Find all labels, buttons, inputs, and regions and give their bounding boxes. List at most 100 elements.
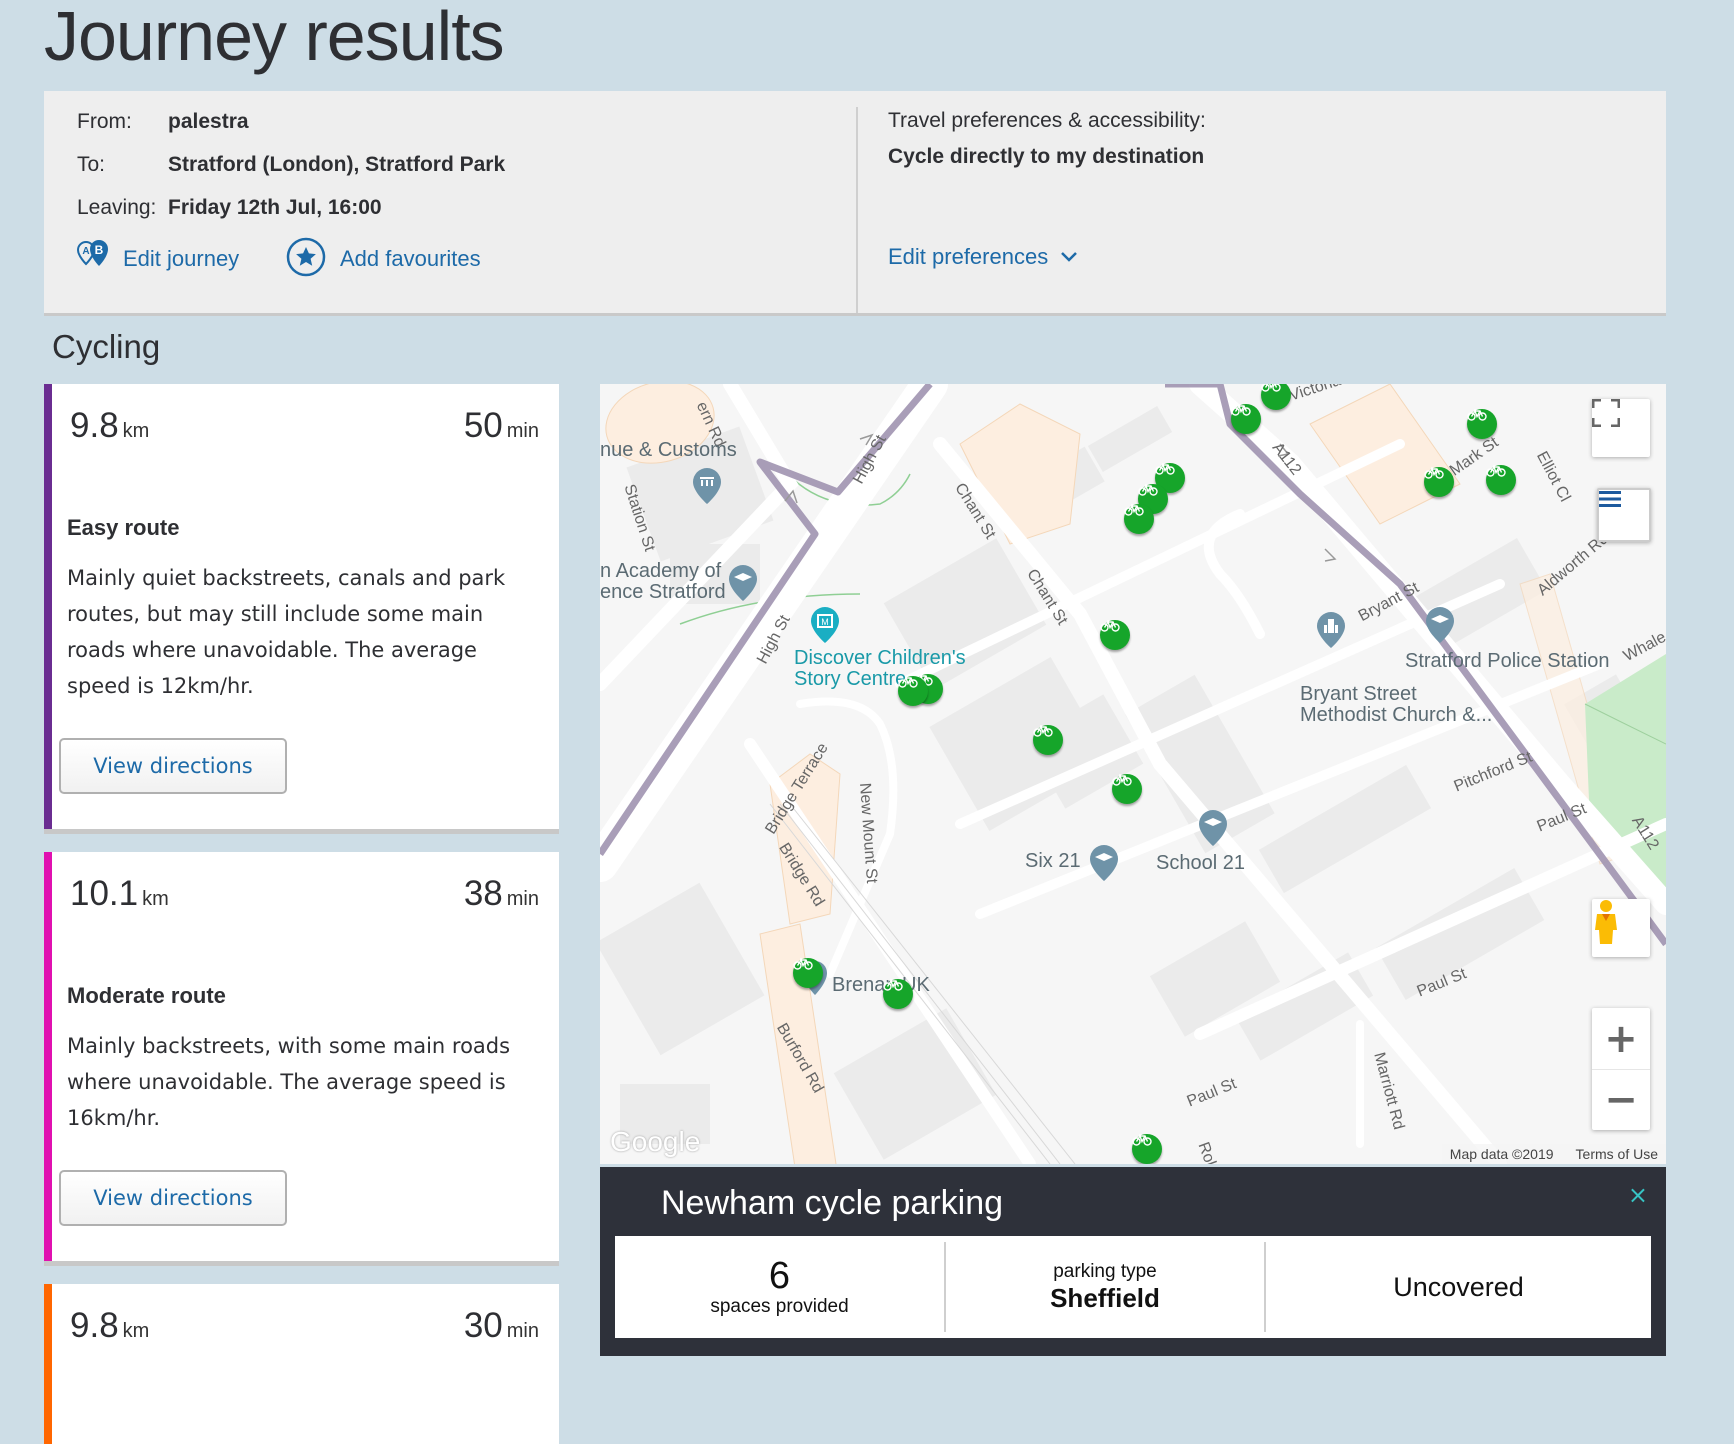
cover-value: Uncovered (1393, 1271, 1524, 1302)
chevron-down-icon (1060, 248, 1078, 267)
bike-parking-marker[interactable] (1424, 467, 1454, 497)
spaces-label: spaces provided (710, 1296, 849, 1317)
leaving-row: Leaving: Friday 12th Jul, 16:00 (77, 196, 382, 220)
section-title-cycling: Cycling (52, 328, 161, 365)
spaces-value: 6 (768, 1255, 791, 1297)
spaces-cell: 6 spaces provided (615, 1236, 944, 1338)
route-color-bar (44, 1284, 52, 1444)
ab-pins-icon: A B (76, 239, 113, 279)
view-directions-button[interactable]: View directions (59, 738, 287, 794)
zoom-in-button[interactable]: + (1592, 1009, 1650, 1070)
route-distance: 9.8 km (70, 406, 149, 446)
poi-label-church[interactable]: Bryant Street Methodist Church &... (1300, 684, 1492, 726)
map-layers-menu-button[interactable] (1597, 488, 1651, 542)
parking-title: Newham cycle parking (661, 1184, 1004, 1222)
map-attribution: Map data ©2019 Terms of Use (1441, 1144, 1666, 1164)
duration-value: 38 (463, 874, 503, 913)
route-card-fast[interactable]: 9.8 km 30 min (44, 1284, 559, 1444)
from-value: palestra (168, 110, 249, 133)
to-row: To: Stratford (London), Stratford Park (77, 153, 505, 177)
edit-preferences-label: Edit preferences (888, 244, 1049, 269)
route-title: Easy route (67, 515, 180, 540)
route-duration: 50 min (464, 406, 539, 446)
bike-parking-marker[interactable] (1112, 774, 1142, 804)
svg-text:M: M (821, 617, 829, 627)
bike-parking-marker[interactable] (1486, 465, 1516, 495)
parking-info-panel: Newham cycle parking × 6 spaces provided… (600, 1167, 1666, 1356)
parking-type-label: parking type (1053, 1260, 1157, 1282)
bike-parking-marker[interactable] (1231, 404, 1261, 434)
route-distance: 9.8 km (70, 1306, 149, 1346)
route-map[interactable]: ern Rd Station St High St High St Chant … (600, 384, 1666, 1164)
route-card-easy[interactable]: 9.8 km 50 min Easy route Mainly quiet back… (44, 384, 559, 834)
duration-value: 50 (463, 406, 503, 445)
close-icon: × (1627, 1181, 1648, 1209)
add-favourites-label: Add favourites (340, 246, 481, 271)
terms-of-use-link[interactable]: Terms of Use (1576, 1146, 1658, 1162)
leaving-value: Friday 12th Jul, 16:00 (168, 196, 382, 219)
route-description: Mainly backstreets, with some main roads… (67, 1034, 511, 1130)
svg-text:A: A (82, 246, 89, 257)
route-color-bar (44, 384, 52, 829)
poi-label-line: Discover Children's (794, 647, 966, 669)
duration-value: 30 (463, 1306, 503, 1345)
distance-unit: km (122, 420, 150, 442)
route-color-bar (44, 852, 52, 1261)
parking-details: 6 spaces provided parking type Sheffield… (615, 1236, 1651, 1338)
route-duration: 30 min (464, 1306, 539, 1346)
google-logo[interactable]: Google (610, 1126, 700, 1158)
to-value: Stratford (London), Stratford Park (168, 153, 506, 176)
poi-label-line: n Academy of (600, 560, 722, 582)
journey-summary-panel: From: palestra To: Stratford (London), Str… (44, 91, 1666, 316)
star-circle-icon (286, 237, 326, 281)
duration-unit: min (506, 420, 539, 442)
edit-journey-label: Edit journey (123, 246, 240, 271)
poi-label-brenan[interactable]: Brenan UK (832, 974, 930, 997)
zoom-controls: + − (1592, 1008, 1650, 1130)
cover-cell: Uncovered (1264, 1242, 1651, 1332)
bike-parking-marker[interactable] (1467, 409, 1497, 439)
duration-unit: min (506, 1320, 539, 1342)
bike-parking-marker[interactable] (1100, 620, 1130, 650)
distance-unit: km (142, 888, 169, 910)
from-label: From: (77, 110, 132, 133)
edit-preferences-toggle[interactable]: Edit preferences (888, 244, 1078, 270)
bike-parking-marker[interactable] (1033, 725, 1063, 755)
route-card-moderate[interactable]: 10.1 km 38 min Moderate route Mainly backs… (44, 852, 559, 1266)
leaving-label: Leaving: (77, 196, 157, 219)
preferences-value: Cycle directly to my destination (888, 145, 1205, 168)
bike-parking-marker[interactable] (1132, 1134, 1162, 1164)
street-view-pegman[interactable] (1592, 899, 1650, 957)
fullscreen-button[interactable] (1592, 399, 1650, 457)
zoom-out-button[interactable]: − (1592, 1070, 1650, 1130)
poi-label-school21[interactable]: School 21 (1156, 852, 1245, 875)
bike-parking-marker[interactable] (793, 958, 823, 988)
poi-label-line: Bryant Street (1300, 683, 1417, 705)
to-label: To: (77, 153, 106, 176)
route-description: Mainly quiet backstreets, canals and par… (67, 566, 506, 698)
distance-unit: km (122, 1320, 150, 1342)
bike-parking-marker[interactable] (898, 676, 928, 706)
from-row: From: palestra (77, 110, 249, 134)
poi-label-police[interactable]: Stratford Police Station (1405, 650, 1610, 673)
view-directions-button[interactable]: View directions (59, 1170, 287, 1226)
close-button[interactable]: × (1628, 1181, 1648, 1209)
poi-label-line: Methodist Church &... (1300, 704, 1493, 726)
edit-journey-link[interactable]: A B Edit journey (76, 239, 240, 279)
distance-value: 9.8 (70, 406, 119, 445)
summary-divider (856, 107, 858, 313)
route-title: Moderate route (67, 983, 226, 1008)
bike-parking-marker[interactable] (883, 979, 913, 1009)
page-title: Journey results (44, 0, 505, 75)
map-data-attribution: Map data ©2019 (1449, 1146, 1554, 1162)
poi-label-six21[interactable]: Six 21 (1025, 850, 1081, 873)
route-duration: 38 min (464, 874, 539, 914)
svg-text:B: B (95, 243, 104, 257)
duration-unit: min (506, 888, 539, 910)
preferences-title: Travel preferences & accessibility: (888, 109, 1206, 132)
bike-parking-marker[interactable] (1124, 504, 1154, 534)
poi-label: nue & Customs (600, 439, 737, 461)
poi-label-line: ence Stratford (600, 581, 726, 603)
route-distance: 10.1 km (70, 874, 169, 914)
add-favourites-link[interactable]: Add favourites (286, 237, 481, 281)
